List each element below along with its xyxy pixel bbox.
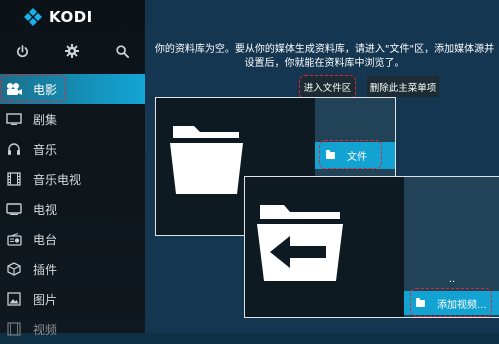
sidebar-item-tvshows[interactable]: 剧集 bbox=[0, 104, 145, 134]
search-icon[interactable] bbox=[111, 40, 133, 62]
folder-open-icon bbox=[169, 116, 244, 200]
box-icon bbox=[6, 261, 22, 277]
sidebar-item-videos[interactable]: 视频 bbox=[0, 314, 145, 344]
top-icon-bar bbox=[0, 40, 145, 62]
sidebar-item-tv[interactable]: 电视 bbox=[0, 194, 145, 224]
video-icon bbox=[6, 321, 22, 337]
tv-icon bbox=[6, 201, 22, 217]
sidebar-item-label: 电视 bbox=[33, 202, 58, 217]
sidebar-item-addons[interactable]: 插件 bbox=[0, 254, 145, 284]
sidebar-item-movies[interactable]: 电影 bbox=[0, 74, 145, 104]
enter-files-label: 进入文件区 bbox=[303, 82, 352, 94]
app-name: KODI bbox=[49, 8, 93, 26]
kodi-logo: KODI bbox=[24, 7, 93, 27]
sidebar-item-pictures[interactable]: 图片 bbox=[0, 284, 145, 314]
sidebar-item-music-videos[interactable]: 音乐电视 bbox=[0, 164, 145, 194]
add-videos-row[interactable]: 添加视频... bbox=[404, 291, 499, 315]
sidebar-item-label: 音乐 bbox=[33, 142, 58, 157]
parent-folder-row[interactable]: .. bbox=[404, 269, 499, 289]
main-menu: 电影 剧集 音乐 音乐电视 电视 电台 插件 图片 视频 bbox=[0, 74, 145, 344]
sidebar-item-label: 剧集 bbox=[33, 112, 58, 127]
remove-menu-item-button[interactable]: 删除此主菜单项 bbox=[367, 76, 439, 97]
movie-icon bbox=[6, 81, 22, 97]
folder-small-icon bbox=[416, 297, 425, 307]
sidebar: KODI 电影 剧集 音乐 音乐电视 电视 电台 插件 图片 视频 bbox=[0, 0, 145, 337]
files-row[interactable]: 文件 bbox=[315, 142, 395, 169]
tv-screen-icon bbox=[6, 111, 22, 127]
files-row-label: 文件 bbox=[347, 152, 367, 163]
radio-icon bbox=[6, 231, 22, 247]
sidebar-item-music[interactable]: 音乐 bbox=[0, 134, 145, 164]
sidebar-item-label: 音乐电视 bbox=[33, 172, 82, 187]
sidebar-item-label: 电台 bbox=[33, 232, 58, 247]
remove-menu-item-label: 删除此主菜单项 bbox=[369, 82, 437, 94]
gear-icon[interactable] bbox=[61, 40, 83, 62]
film-strip-icon bbox=[6, 171, 22, 187]
videos-panel: .. 添加视频... bbox=[244, 176, 499, 318]
enter-files-button[interactable]: 进入文件区 bbox=[300, 76, 355, 97]
power-icon[interactable] bbox=[11, 40, 33, 62]
parent-folder-label: .. bbox=[448, 273, 456, 285]
folder-back-icon bbox=[256, 195, 344, 287]
empty-library-message: 你的资料库为空。要从你的媒体生成资料库，请进入"文件"区，添加媒体源并设置后，你… bbox=[154, 44, 495, 69]
kodi-logo-icon bbox=[24, 8, 42, 26]
sidebar-item-label: 电影 bbox=[33, 82, 58, 97]
sidebar-item-label: 视频 bbox=[33, 322, 58, 337]
folder-small-icon bbox=[326, 150, 335, 159]
sidebar-item-radio[interactable]: 电台 bbox=[0, 224, 145, 254]
picture-icon bbox=[6, 291, 22, 307]
add-videos-label: 添加视频... bbox=[437, 299, 487, 311]
sidebar-item-label: 插件 bbox=[33, 262, 58, 277]
sidebar-item-label: 图片 bbox=[33, 292, 58, 307]
headphones-icon bbox=[6, 141, 22, 157]
